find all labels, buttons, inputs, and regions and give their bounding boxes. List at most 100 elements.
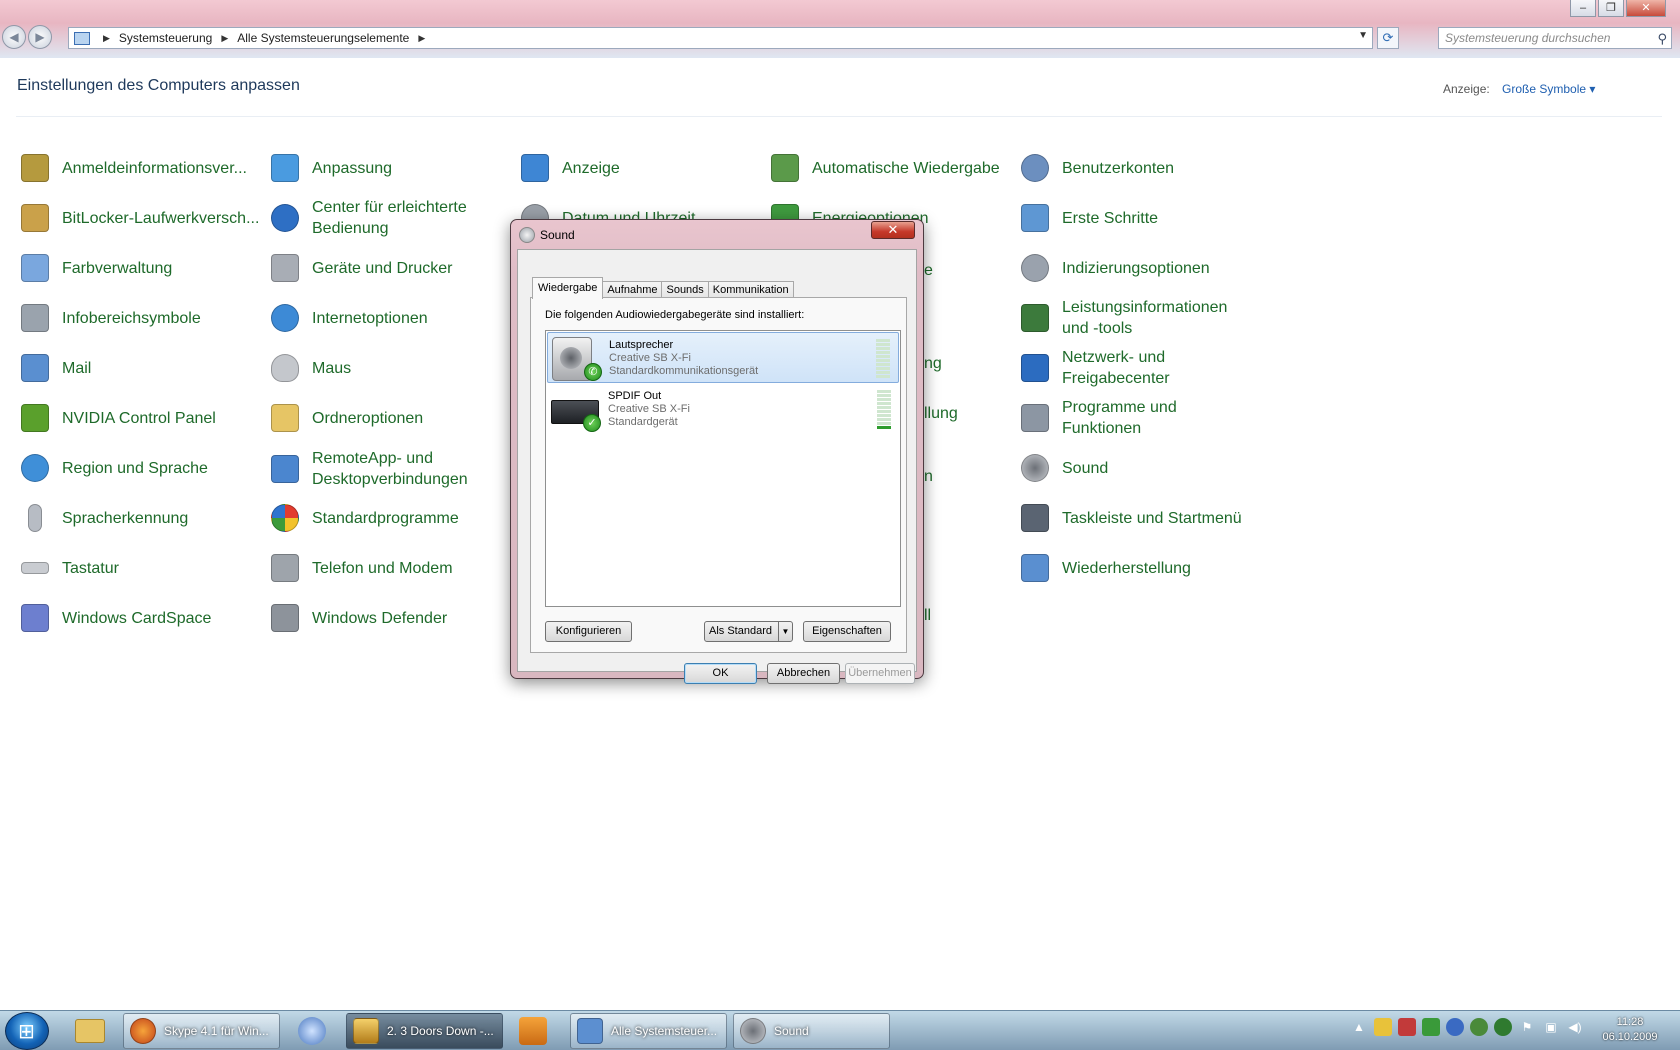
hidden-item-fragment: ll — [924, 607, 932, 624]
printer-icon — [271, 254, 299, 282]
microphone-icon — [28, 504, 42, 532]
device-item-spdif-out[interactable]: ✓ SPDIF Out Creative SB X-Fi Standardger… — [547, 384, 899, 435]
ok-button[interactable]: OK — [684, 663, 757, 684]
tray-app-icon[interactable] — [1398, 1018, 1416, 1036]
maximize-button[interactable]: ❐ — [1598, 0, 1624, 17]
dialog-close-button[interactable]: ✕ — [871, 221, 915, 239]
tray-app-icon[interactable] — [1446, 1018, 1464, 1036]
item-telefon-und-modem[interactable]: Telefon und Modem — [268, 551, 508, 585]
control-panel-icon — [74, 31, 90, 45]
item-taskleiste-und-startmenue[interactable]: Taskleiste und Startmenü — [1018, 501, 1258, 535]
item-standardprogramme[interactable]: Standardprogramme — [268, 501, 508, 535]
taskbar-clock[interactable]: 11:28 06.10.2009 — [1600, 1015, 1660, 1045]
level-meter — [876, 339, 890, 379]
apply-button[interactable]: Übernehmen — [845, 663, 915, 684]
device-status: Standardkommunikationsgerät — [609, 365, 759, 377]
item-nvidia-control-panel[interactable]: NVIDIA Control Panel — [18, 401, 258, 435]
tray-app-icon[interactable] — [1494, 1018, 1512, 1036]
back-arrow-icon[interactable]: ◀ — [2, 25, 26, 49]
mouse-icon — [271, 354, 299, 382]
item-tastatur[interactable]: Tastatur — [18, 551, 258, 585]
item-automatische-wiedergabe[interactable]: Automatische Wiedergabe — [768, 151, 1008, 185]
item-maus[interactable]: Maus — [268, 351, 508, 385]
address-dropdown-icon[interactable]: ▼ — [1358, 30, 1368, 41]
instruction-text: Die folgenden Audiowiedergabegeräte sind… — [545, 309, 805, 321]
item-farbverwaltung[interactable]: Farbverwaltung — [18, 251, 258, 285]
phone-badge-icon: ✆ — [584, 363, 602, 381]
taskbar-item-skype[interactable]: Skype 4.1 für Win... — [123, 1013, 280, 1049]
search-icon[interactable]: ⚲ — [1657, 29, 1667, 49]
breadcrumb-separator-icon[interactable]: ▶ — [418, 33, 425, 44]
item-anmeldeinformationsverwaltung[interactable]: Anmeldeinformationsver... — [18, 151, 258, 185]
item-anpassung[interactable]: Anpassung — [268, 151, 508, 185]
device-name: SPDIF Out — [608, 390, 662, 402]
display-icon — [521, 154, 549, 182]
show-hidden-icons-icon[interactable]: ▲ — [1350, 1018, 1368, 1036]
item-indizierungsoptionen[interactable]: Indizierungsoptionen — [1018, 251, 1258, 285]
breadcrumb-systemsteuerung[interactable]: Systemsteuerung — [117, 31, 214, 45]
set-default-label: Als Standard — [709, 625, 772, 637]
item-wiederherstellung[interactable]: Wiederherstellung — [1018, 551, 1258, 585]
tray-app-icon[interactable] — [1374, 1018, 1392, 1036]
search-input[interactable]: Systemsteuerung durchsuchen ⚲ — [1438, 27, 1672, 49]
defender-icon — [271, 604, 299, 632]
item-infobereichsymbole[interactable]: Infobereichsymbole — [18, 301, 258, 335]
item-erste-schritte[interactable]: Erste Schritte — [1018, 201, 1258, 235]
pinned-explorer[interactable] — [64, 1013, 116, 1049]
volume-icon[interactable]: ◀) — [1566, 1018, 1584, 1036]
refresh-icon[interactable]: ⟳ — [1377, 27, 1399, 49]
pinned-media-player[interactable] — [507, 1013, 559, 1049]
tray-app-icon[interactable] — [1470, 1018, 1488, 1036]
properties-button[interactable]: Eigenschaften — [803, 621, 891, 642]
device-item-lautsprecher[interactable]: ✆ Lautsprecher Creative SB X-Fi Standard… — [547, 332, 899, 383]
taskbar-item-sound[interactable]: Sound — [733, 1013, 890, 1049]
item-leistungsinformationen[interactable]: Leistungsinformationen und -tools — [1018, 297, 1258, 339]
tab-strip: Wiedergabe Aufnahme Sounds Kommunikation — [532, 277, 794, 299]
item-windows-defender[interactable]: Windows Defender — [268, 601, 508, 635]
address-bar[interactable]: ▶ Systemsteuerung ▶ Alle Systemsteuerung… — [68, 27, 1373, 49]
item-ordneroptionen[interactable]: Ordneroptionen — [268, 401, 508, 435]
window-titlebar: – ❐ ✕ ◀ ▶ ▶ Systemsteuerung ▶ Alle Syste… — [0, 0, 1680, 58]
dialog-title: Sound — [540, 228, 575, 242]
item-erleichterte-bedienung[interactable]: Center für erleichterte Bedienung — [268, 197, 508, 239]
item-windows-cardspace[interactable]: Windows CardSpace — [18, 601, 258, 635]
set-default-button[interactable]: Als Standard ▼ — [704, 621, 793, 642]
checkmark-badge-icon: ✓ — [583, 414, 601, 432]
item-spracherkennung[interactable]: Spracherkennung — [18, 501, 258, 535]
start-button[interactable] — [5, 1012, 49, 1050]
item-region-und-sprache[interactable]: Region und Sprache — [18, 451, 258, 485]
action-center-flag-icon[interactable]: ⚑ — [1518, 1018, 1536, 1036]
view-dropdown[interactable]: Große Symbole ▾ — [1502, 82, 1595, 96]
item-programme-und-funktionen[interactable]: Programme und Funktionen — [1018, 397, 1258, 439]
cancel-button[interactable]: Abbrechen — [767, 663, 840, 684]
forward-arrow-icon[interactable]: ▶ — [28, 25, 52, 49]
tab-wiedergabe[interactable]: Wiedergabe — [532, 277, 604, 299]
digital-output-device-icon: ✓ — [551, 388, 601, 432]
item-netzwerk-und-freigabecenter[interactable]: Netzwerk- und Freigabecenter — [1018, 347, 1258, 389]
speaker-device-icon: ✆ — [552, 337, 602, 381]
taskbar-item-control-panel[interactable]: Alle Systemsteuer... — [570, 1013, 727, 1049]
dropdown-arrow-icon[interactable]: ▼ — [778, 622, 792, 641]
taskbar-item-winamp[interactable]: 2. 3 Doors Down -... — [346, 1013, 503, 1049]
item-sound[interactable]: Sound — [1018, 451, 1258, 485]
item-anzeige[interactable]: Anzeige — [518, 151, 758, 185]
close-button[interactable]: ✕ — [1626, 0, 1666, 17]
minimize-button[interactable]: – — [1570, 0, 1596, 17]
item-mail[interactable]: Mail — [18, 351, 258, 385]
item-benutzerkonten[interactable]: Benutzerkonten — [1018, 151, 1258, 185]
item-bitlocker[interactable]: BitLocker-Laufwerkversch... — [18, 201, 259, 235]
device-list[interactable]: ✆ Lautsprecher Creative SB X-Fi Standard… — [545, 330, 901, 607]
device-driver: Creative SB X-Fi — [609, 352, 691, 364]
pinned-app[interactable] — [286, 1013, 338, 1049]
item-remoteapp[interactable]: RemoteApp- und Desktopverbindungen — [268, 448, 508, 490]
network-icon[interactable]: ▣ — [1542, 1018, 1560, 1036]
item-geraete-und-drucker[interactable]: Geräte und Drucker — [268, 251, 508, 285]
configure-button[interactable]: Konfigurieren — [545, 621, 632, 642]
speaker-icon — [519, 227, 535, 243]
breadcrumb-alle-elemente[interactable]: Alle Systemsteuerungselemente — [235, 31, 411, 45]
folder-icon — [75, 1019, 105, 1043]
speaker-icon — [740, 1018, 766, 1044]
tab-panel-wiedergabe: Die folgenden Audiowiedergabegeräte sind… — [530, 297, 907, 653]
tray-app-icon[interactable] — [1422, 1018, 1440, 1036]
item-internetoptionen[interactable]: Internetoptionen — [268, 301, 508, 335]
